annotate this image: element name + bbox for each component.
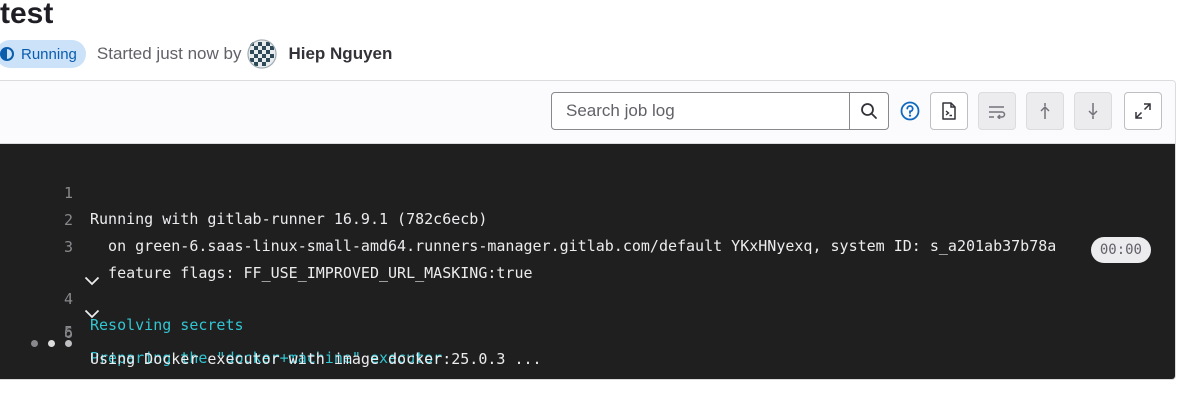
status-badge-label: Running xyxy=(21,45,77,63)
avatar[interactable] xyxy=(247,39,278,69)
scroll-to-bottom-button[interactable] xyxy=(1074,92,1112,130)
line-wrap-button[interactable] xyxy=(978,92,1016,130)
scroll-to-top-icon xyxy=(1040,103,1050,119)
search-button[interactable] xyxy=(849,93,888,129)
line-wrap-icon xyxy=(989,106,1006,119)
scroll-to-top-button[interactable] xyxy=(1026,92,1064,130)
job-status-row: Running Started just now by Hiep Nguyen xyxy=(0,38,392,70)
log-section-header[interactable]: 5 Preparing the "docker+machine" executo… xyxy=(0,267,1175,367)
search-job-log xyxy=(551,92,889,130)
search-input[interactable] xyxy=(552,93,849,129)
search-icon xyxy=(861,103,877,119)
fullscreen-icon xyxy=(1135,103,1151,119)
log-section-header[interactable]: 4 Resolving secrets xyxy=(0,234,1175,334)
job-log-panel: 1 Running with gitlab-runner 16.9.1 (782… xyxy=(0,80,1176,380)
started-text: Started just now by xyxy=(96,44,242,63)
log-line-text: Using Docker executor with image docker:… xyxy=(90,350,542,368)
raw-log-icon xyxy=(942,102,956,120)
job-title: test xyxy=(0,0,54,30)
log-line: 3 feature flags: FF_USE_IMPROVED_URL_MAS… xyxy=(0,208,1175,282)
loading-dots-icon xyxy=(31,340,72,347)
log-line: 6 Using Docker executor with image docke… xyxy=(0,294,1175,368)
author-name[interactable]: Hiep Nguyen xyxy=(288,44,392,64)
job-log-toolbar xyxy=(0,81,1175,144)
status-badge[interactable]: Running xyxy=(0,40,86,68)
log-line: 2 on green-6.saas-linux-small-amd64.runn… xyxy=(0,181,1175,255)
chevron-down-icon[interactable] xyxy=(12,275,100,319)
log-line: 1 Running with gitlab-runner 16.9.1 (782… xyxy=(0,154,1175,228)
scroll-to-bottom-icon xyxy=(1088,103,1098,119)
job-log-output: 1 Running with gitlab-runner 16.9.1 (782… xyxy=(0,144,1175,379)
show-raw-log-button[interactable] xyxy=(930,92,968,130)
running-status-icon xyxy=(0,47,14,61)
help-icon[interactable] xyxy=(900,101,920,121)
fullscreen-button[interactable] xyxy=(1124,92,1162,130)
chevron-down-icon[interactable] xyxy=(12,242,100,286)
section-duration-badge: 00:00 xyxy=(1090,237,1151,263)
